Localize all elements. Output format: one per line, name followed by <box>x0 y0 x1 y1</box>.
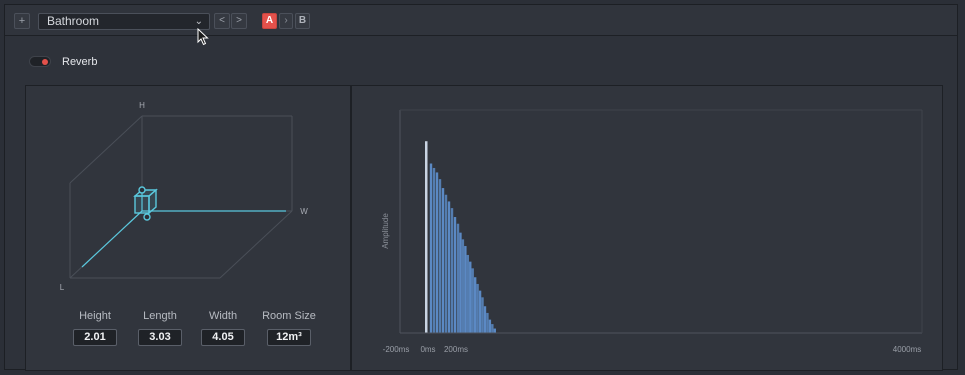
chevron-left-icon: < <box>219 15 225 26</box>
reflection-bar <box>469 261 472 333</box>
next-preset-button[interactable]: > <box>231 13 247 29</box>
room-3d-view: H W L <box>60 101 308 292</box>
x-tick-label: 0ms <box>420 345 435 354</box>
reflection-bar <box>481 297 484 333</box>
toggle-indicator <box>42 59 48 65</box>
axis-l-label: L <box>60 283 65 292</box>
room-dimensions-panel: H W L Height 2.01 Length 3.03 Width 4.05… <box>25 85 351 371</box>
length-label: Length <box>143 310 177 322</box>
reflection-bar <box>478 290 482 333</box>
compare-b-button[interactable]: B <box>295 13 310 29</box>
reflection-bar <box>476 283 479 333</box>
reflection-bar <box>429 163 433 333</box>
room-size-control: Room Size 12m³ <box>254 309 324 346</box>
reflection-bar <box>444 194 448 333</box>
direct-impulse-bar <box>425 141 428 333</box>
reflection-bar <box>435 172 439 333</box>
room-size-value: 12m³ <box>267 329 311 346</box>
room-size-label: Room Size <box>262 310 316 322</box>
chevron-right-icon: > <box>236 15 242 26</box>
height-value-field[interactable]: 2.01 <box>73 329 117 346</box>
add-preset-button[interactable]: + <box>14 13 30 29</box>
reflection-bar <box>491 324 494 333</box>
impulse-response-panel: Amplitude -200ms 0ms 200ms 4000ms <box>351 85 943 371</box>
reflection-bar <box>459 232 462 333</box>
width-label: Width <box>208 310 238 322</box>
listener-cube-icon[interactable] <box>81 186 286 268</box>
reflection-bar <box>453 217 457 333</box>
reflection-bar <box>464 246 467 333</box>
preset-select[interactable]: Bathroom ⌄ <box>38 13 210 30</box>
mouse-pointer-icon <box>197 28 209 46</box>
reflection-bar <box>493 328 496 333</box>
x-tick-label: 200ms <box>444 345 468 354</box>
compare-a-button[interactable]: A <box>262 13 277 29</box>
reflection-bar <box>432 167 436 333</box>
chevron-down-icon: ⌄ <box>194 16 203 27</box>
plus-icon: + <box>18 15 26 27</box>
axis-w-label: W <box>300 207 308 216</box>
length-control: Length 3.03 <box>125 309 195 346</box>
height-label: Height <box>79 310 111 322</box>
reverb-plugin-window: + Bathroom ⌄ < > A › B Reverb H W L Heig… <box>4 4 958 371</box>
reflection-bar <box>441 188 445 333</box>
toolbar: + Bathroom ⌄ < > A › B <box>5 5 957 36</box>
reflection-bar <box>471 268 474 333</box>
reflection-bar <box>486 312 489 333</box>
reflection-bar <box>483 306 487 333</box>
reverb-toggle[interactable] <box>29 56 51 67</box>
width-control: Width 4.05 <box>188 309 258 346</box>
reverb-label: Reverb <box>62 56 98 68</box>
reflection-bar <box>450 208 454 333</box>
width-value-field[interactable]: 4.05 <box>201 329 245 346</box>
reflection-bar <box>438 179 442 333</box>
height-control: Height 2.01 <box>60 309 130 346</box>
reflection-bar <box>461 239 465 333</box>
length-value-field[interactable]: 3.03 <box>138 329 182 346</box>
x-tick-label: 4000ms <box>893 345 921 354</box>
copy-a-to-b-button[interactable]: › <box>279 13 293 29</box>
reflection-bar <box>473 277 477 333</box>
reflection-bar <box>466 254 470 333</box>
reflection-bar <box>488 319 492 333</box>
impulse-response-chart: Amplitude -200ms 0ms 200ms 4000ms <box>381 109 923 354</box>
y-axis-label: Amplitude <box>381 213 390 249</box>
reflection-bar <box>456 223 460 333</box>
axis-h-label: H <box>139 101 145 110</box>
previous-preset-button[interactable]: < <box>214 13 230 29</box>
preset-name: Bathroom <box>47 14 100 28</box>
x-tick-label: -200ms <box>383 345 410 354</box>
reflection-bar <box>447 201 451 333</box>
